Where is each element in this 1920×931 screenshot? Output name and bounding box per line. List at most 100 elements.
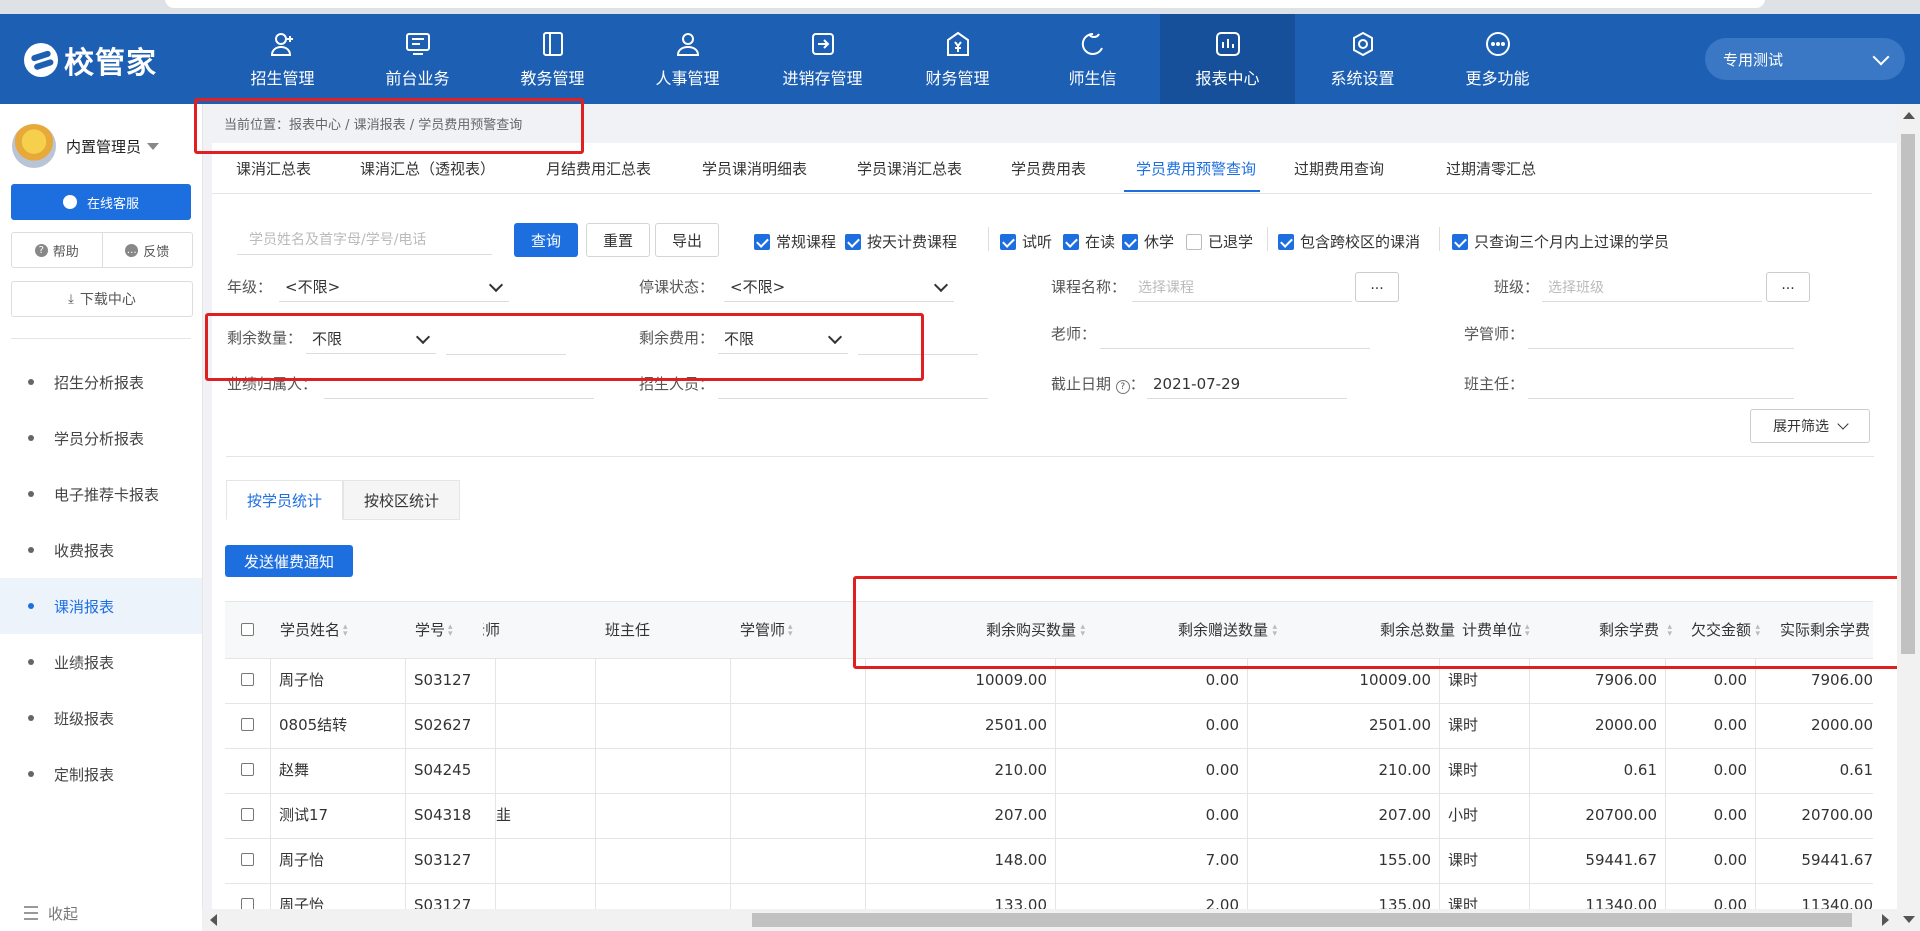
nav-item-8[interactable]: 系统设置 <box>1295 14 1430 104</box>
sidebar-item-7[interactable]: 定制报表 <box>0 746 202 802</box>
row-checkbox[interactable] <box>241 853 254 866</box>
class-picker-button[interactable]: ... <box>1766 272 1810 302</box>
remain-qty-select[interactable]: 不限 <box>306 324 436 354</box>
col-student-id[interactable]: 学号 <box>415 602 475 658</box>
filter-checkbox-0[interactable]: 常规课程 <box>754 231 836 252</box>
search-input[interactable]: 学员姓名及首字母/学号/电话 <box>237 225 492 255</box>
filter-checkbox-7[interactable]: 只查询三个月内上过课的学员 <box>1452 231 1669 252</box>
col-teacher[interactable]: 老师 <box>483 602 528 658</box>
filter-checkbox-1[interactable]: 按天计费课程 <box>845 231 957 252</box>
feedback-button[interactable]: … 反馈 <box>101 233 193 267</box>
user-profile[interactable]: 内置管理员 <box>12 124 160 168</box>
sidebar-item-2[interactable]: 电子推荐卡报表 <box>0 466 202 522</box>
filter-checkbox-4[interactable]: 休学 <box>1122 231 1174 252</box>
account-select[interactable]: 专用测试 <box>1705 38 1905 80</box>
tab-7[interactable]: 过期费用查询 <box>1294 158 1384 179</box>
table-row[interactable]: 0805结转 S02627 2501.00 0.00 2501.00 课时 2000.00 0… <box>225 703 1873 749</box>
suspend-select[interactable]: <不限> <box>724 272 954 302</box>
tab-3[interactable]: 学员课消明细表 <box>702 158 807 179</box>
collapse-button[interactable]: 收起 <box>24 895 78 931</box>
send-payment-notice-button[interactable]: 发送催费通知 <box>225 545 353 577</box>
row-checkbox[interactable] <box>241 673 254 686</box>
row-checkbox[interactable] <box>241 898 254 909</box>
sidebar-item-4[interactable]: 课消报表 <box>0 578 202 634</box>
expand-filter-button[interactable]: 展开筛选 <box>1750 409 1870 443</box>
nav-item-1[interactable]: 前台业务 <box>350 14 485 104</box>
col-owed-amount[interactable]: 欠交金额 <box>1675 602 1760 658</box>
tab-0[interactable]: 课消汇总表 <box>236 158 311 179</box>
tab-6[interactable]: 学员费用预警查询 <box>1136 158 1256 179</box>
scroll-up-icon[interactable] <box>1903 112 1915 119</box>
query-button[interactable]: 查询 <box>514 223 578 257</box>
head-teacher-input[interactable] <box>1528 398 1794 399</box>
course-input[interactable]: 选择课程 <box>1132 272 1352 302</box>
app-logo[interactable]: 校管家 <box>24 40 157 81</box>
nav-item-3[interactable]: 人事管理 <box>620 14 755 104</box>
tab-4[interactable]: 学员课消汇总表 <box>857 158 962 179</box>
tab-5[interactable]: 学员费用表 <box>1011 158 1086 179</box>
filter-checkbox-2[interactable]: 试听 <box>1000 231 1052 252</box>
subtab-1[interactable]: 按校区统计 <box>343 480 461 520</box>
col-remaining-fee[interactable]: 剩余学费 <box>1547 602 1672 658</box>
scroll-down-icon[interactable] <box>1903 916 1915 923</box>
select-all-checkbox[interactable] <box>241 623 254 636</box>
sidebar-item-6[interactable]: 班级报表 <box>0 690 202 746</box>
table-row[interactable]: 赵舞 S04245 210.00 0.00 210.00 课时 0.61 0.00 0.61 <box>225 748 1873 794</box>
nav-item-7[interactable]: 报表中心 <box>1160 14 1295 104</box>
filter-checkbox-5[interactable]: 已退学 <box>1186 231 1253 252</box>
scroll-thumb[interactable] <box>1901 134 1915 654</box>
col-billing-unit[interactable]: 计费单位 <box>1462 602 1547 658</box>
col-remaining-total[interactable]: 剩余总数量 <box>1277 602 1455 658</box>
vertical-scrollbar[interactable] <box>1897 104 1920 931</box>
col-student-name[interactable]: 学员姓名 <box>280 602 380 658</box>
tab-1[interactable]: 课消汇总（透视表） <box>360 158 495 179</box>
tab-2[interactable]: 月结费用汇总表 <box>546 158 651 179</box>
nav-item-6[interactable]: 师生信 <box>1025 14 1160 104</box>
filter-checkbox-6[interactable]: 包含跨校区的课消 <box>1278 231 1420 252</box>
col-remaining-bought[interactable]: 剩余购买数量 <box>905 602 1085 658</box>
remain-fee-input[interactable] <box>858 354 978 355</box>
export-button[interactable]: 导出 <box>655 223 719 257</box>
table-row[interactable]: 测试17 S04318 韭 207.00 0.00 207.00 小时 20700.00 0.0… <box>225 793 1873 839</box>
reset-button[interactable]: 重置 <box>586 223 650 257</box>
download-center-button[interactable]: ⤓ 下载中心 <box>11 281 193 317</box>
recruiter-input[interactable] <box>718 398 988 399</box>
scroll-right-icon[interactable] <box>1882 914 1889 926</box>
table-row[interactable]: 周子怡 S03127 148.00 7.00 155.00 课时 59441.67 0.00 5… <box>225 838 1873 884</box>
nav-item-5[interactable]: 财务管理 <box>890 14 1025 104</box>
sidebar-item-1[interactable]: 学员分析报表 <box>0 410 202 466</box>
scroll-thumb[interactable] <box>752 913 1852 927</box>
filter-checkbox-3[interactable]: 在读 <box>1063 231 1115 252</box>
sidebar-item-0[interactable]: 招生分析报表 <box>0 354 202 410</box>
col-remaining-gift[interactable]: 剩余赠送数量 <box>1085 602 1277 658</box>
teacher-input[interactable] <box>1100 348 1370 349</box>
help-button[interactable]: ? 帮助 <box>12 233 102 267</box>
nav-item-9[interactable]: 更多功能 <box>1430 14 1565 104</box>
scroll-left-icon[interactable] <box>210 914 217 926</box>
course-picker-button[interactable]: ... <box>1355 272 1399 302</box>
col-actual-remaining-fee[interactable]: 实际剩余学费 <box>1765 602 1870 658</box>
perf-owner-input[interactable] <box>324 398 594 399</box>
row-checkbox[interactable] <box>241 808 254 821</box>
advisor-input[interactable] <box>1528 348 1794 349</box>
subtab-0[interactable]: 按学员统计 <box>226 480 344 520</box>
tab-8[interactable]: 过期清零汇总 <box>1446 158 1536 179</box>
deadline-date-input[interactable]: 2021-07-29 <box>1147 369 1347 399</box>
remain-fee-select[interactable]: 不限 <box>718 324 848 354</box>
table-row[interactable]: 周子怡 S03127 10009.00 0.00 10009.00 课时 7906.00 0.… <box>225 658 1873 704</box>
sidebar-item-3[interactable]: 收费报表 <box>0 522 202 578</box>
sidebar-item-5[interactable]: 业绩报表 <box>0 634 202 690</box>
class-input[interactable]: 选择班级 <box>1542 272 1762 302</box>
nav-item-0[interactable]: 招生管理 <box>215 14 350 104</box>
online-service-button[interactable]: 在线客服 <box>11 184 191 220</box>
nav-item-4[interactable]: 进销存管理 <box>755 14 890 104</box>
horizontal-scrollbar[interactable] <box>202 909 1897 931</box>
table-row[interactable]: 周子怡 S03127 133.00 2.00 135.00 课时 11340.00 0.00 1… <box>225 883 1873 909</box>
row-checkbox[interactable] <box>241 763 254 776</box>
grade-select[interactable]: <不限> <box>279 272 509 302</box>
row-checkbox[interactable] <box>241 718 254 731</box>
remain-qty-input[interactable] <box>446 354 566 355</box>
col-head-teacher[interactable]: 班主任 <box>605 602 685 658</box>
nav-item-2[interactable]: 教务管理 <box>485 14 620 104</box>
col-advisor[interactable]: 学管师 <box>740 602 820 658</box>
